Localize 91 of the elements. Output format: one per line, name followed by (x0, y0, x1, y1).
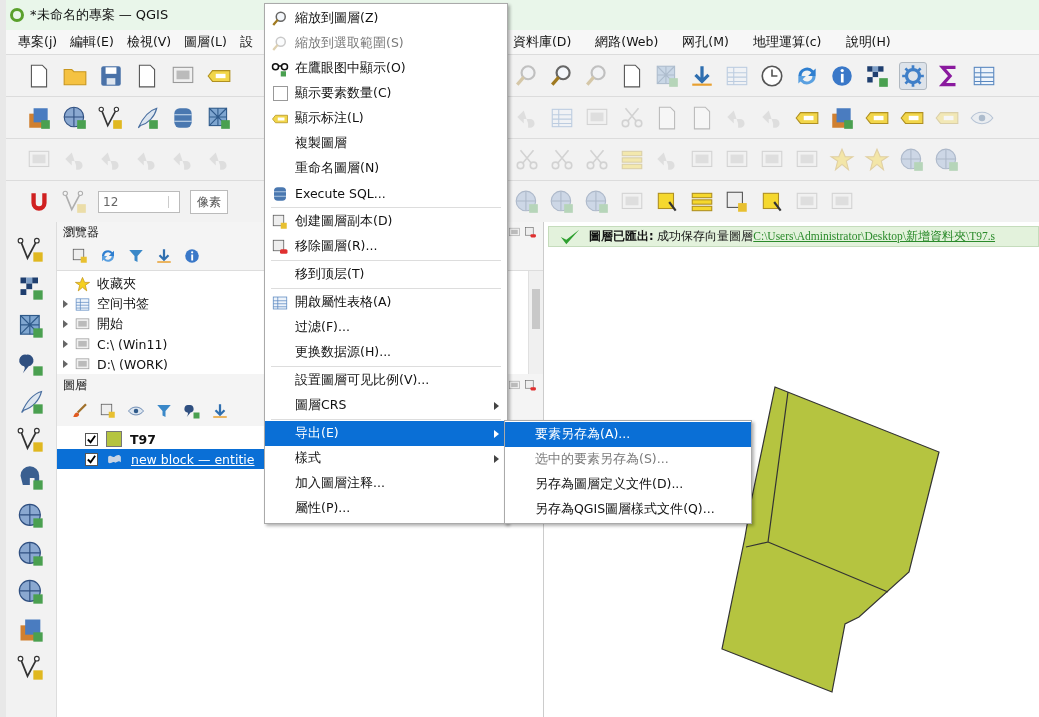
tree-item[interactable]: 空间书签 (97, 295, 149, 313)
node-line-icon[interactable] (98, 104, 124, 131)
node-line-icon[interactable] (17, 654, 45, 682)
grid-icon[interactable] (17, 312, 45, 340)
menu-item[interactable]: Execute SQL... (265, 181, 507, 206)
scrollbar[interactable] (528, 271, 543, 374)
menu-item[interactable]: 导出(E) (265, 421, 507, 446)
menu-item[interactable]: 設 (239, 31, 253, 53)
arrow-icon[interactable] (155, 247, 173, 266)
menu-item[interactable]: 顯示要素数量(C) (265, 81, 507, 106)
menu-item[interactable]: 另存為QGIS圖層樣式文件(Q)... (505, 497, 751, 522)
node-line-icon[interactable] (17, 236, 45, 264)
magnifier-icon (271, 34, 289, 53)
star-icon[interactable] (864, 146, 890, 173)
tree-item[interactable]: 收藏夾 (97, 275, 136, 293)
menu-item[interactable]: 專案(j) (18, 31, 58, 53)
expand-arrow-icon[interactable] (63, 320, 68, 328)
menu-item[interactable]: 資料庫(D) (512, 31, 572, 53)
layer-copy-icon (271, 212, 289, 231)
menu-item[interactable]: 圖層CRS (265, 393, 507, 418)
menu-item[interactable]: 縮放到圖層(Z) (265, 6, 507, 31)
layer-checkbox[interactable] (85, 432, 98, 446)
menu-item[interactable]: 複製圖層 (265, 131, 507, 156)
funnel-icon[interactable] (155, 402, 173, 420)
database-icon (271, 184, 289, 203)
clock-icon[interactable] (759, 62, 785, 89)
submenu-arrow-icon (494, 429, 499, 438)
tolerance-spinbox[interactable]: 12 (98, 190, 180, 213)
tree-item[interactable]: 開始 (97, 315, 123, 333)
layer-checkbox[interactable] (85, 452, 98, 466)
logo-icon (10, 8, 24, 22)
window-title: *未命名的專案 — QGIS (30, 6, 169, 24)
brush-icon[interactable] (71, 402, 89, 420)
menu-item[interactable]: 網路(Web) (595, 31, 659, 53)
expand-arrow-icon[interactable] (63, 300, 68, 308)
menu-item[interactable]: 更换数据源(H)... (265, 340, 507, 365)
expand-arrow-icon[interactable] (63, 360, 68, 368)
menu-item[interactable]: 网孔(M) (682, 31, 729, 53)
star-icon (74, 275, 91, 293)
table-icon (271, 293, 289, 312)
panel-title: 圖層 (63, 376, 87, 394)
globe-icon[interactable] (62, 104, 88, 131)
layer-remove-icon (271, 237, 289, 256)
menu-item[interactable]: 创建圖層副本(D) (265, 209, 507, 234)
star-icon[interactable] (829, 146, 855, 173)
layer-name[interactable]: T97 (130, 431, 156, 447)
submenu-arrow-icon (494, 454, 499, 463)
menu-item[interactable]: 開啟屬性表格(A) (265, 290, 507, 315)
layer-remove-icon[interactable] (524, 378, 537, 392)
layer-copy-icon[interactable] (71, 247, 89, 266)
tree-item[interactable]: C:\ (Win11) (97, 336, 168, 352)
magnifier-icon (271, 9, 289, 28)
info-icon[interactable] (183, 247, 201, 266)
tree-item[interactable]: D:\ (WORK) (97, 356, 168, 372)
menu-item[interactable]: 另存為圖層定义文件(D)... (505, 472, 751, 497)
panel-title: 瀏覽器 (63, 223, 99, 241)
file-path-link[interactable]: C:\Users\Administrator\Desktop\新增資料夾\T97.s (753, 230, 996, 242)
message-text: 圖層已匯出: 成功保存向量圖層C:\Users\Administrator\Desktop\新增資料夾\T97.s (589, 229, 996, 244)
menu-item[interactable]: 檢視(V) (126, 31, 172, 53)
submenu-arrow-icon (494, 401, 499, 410)
globe-icon[interactable] (17, 502, 45, 530)
menu-item[interactable]: 地理運算(c) (752, 31, 822, 53)
frame-icon[interactable] (508, 378, 521, 392)
menu-item[interactable]: 設置圖層可见比例(V)... (265, 368, 507, 393)
arrow-icon[interactable] (211, 402, 229, 420)
menu-item[interactable]: 重命名圖層(N) (265, 156, 507, 181)
layer-name[interactable]: new block — entitie (131, 451, 255, 467)
gear-icon[interactable] (899, 61, 927, 90)
table-icon (74, 295, 91, 313)
globe-icon[interactable] (17, 578, 45, 606)
menu-item[interactable]: 說明(H) (845, 31, 891, 53)
menu-item[interactable]: 在鷹眼图中顯示(O) (265, 56, 507, 81)
checkbox[interactable] (272, 86, 288, 101)
menu-item[interactable]: 过滤(F)... (265, 315, 507, 340)
layer-remove-icon[interactable] (524, 225, 537, 239)
menu-item[interactable]: 顯示标注(L) (265, 106, 507, 131)
menu-item[interactable]: 要素另存為(A)... (505, 422, 751, 447)
node-line-icon[interactable] (62, 188, 88, 215)
menu-item[interactable]: 移除圖層(R)... (265, 234, 507, 259)
layer-copy-icon[interactable] (99, 402, 117, 420)
menu-item[interactable]: 編輯(E) (70, 31, 114, 53)
menu-item[interactable]: 加入圖層注释... (265, 471, 507, 496)
node-line-icon[interactable] (17, 426, 45, 454)
menu-item[interactable]: 圖層(L) (184, 31, 227, 53)
menu-item[interactable]: 移到顶层(T) (265, 262, 507, 287)
frame-icon[interactable] (508, 225, 521, 239)
globe-icon[interactable] (17, 540, 45, 568)
expand-arrow-icon[interactable] (63, 340, 68, 348)
unit-dropdown[interactable]: 像素 (190, 189, 228, 214)
menu-item[interactable]: 樣式 (265, 446, 507, 471)
menu-item[interactable]: 屬性(P)... (265, 496, 507, 521)
